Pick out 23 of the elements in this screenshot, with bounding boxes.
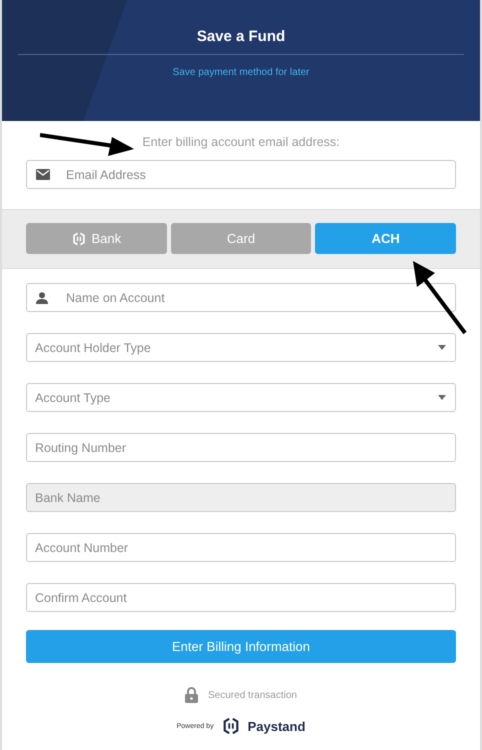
caret-icon [438, 345, 446, 350]
logo-icon [222, 717, 240, 735]
submit-button[interactable]: Enter Billing Information [26, 630, 456, 663]
brand-name: Paystand [248, 718, 306, 734]
input-field[interactable]: Confirm Account [26, 583, 456, 612]
select-field[interactable]: Account Type [26, 383, 456, 412]
lock-icon [185, 687, 198, 703]
logo-icon [72, 232, 86, 246]
page-title: Save a Fund [196, 28, 286, 45]
payment-tab[interactable]: Card [170, 223, 312, 254]
payment-tab[interactable]: Bank [26, 223, 167, 254]
input-field[interactable]: Routing Number [26, 433, 456, 462]
caret-icon [438, 395, 446, 400]
email-field[interactable]: Email Address [26, 160, 456, 189]
secured-text: Secured transaction [208, 690, 297, 700]
page-subtitle: Save payment method for later [172, 67, 310, 78]
input-field[interactable]: Name on Account [26, 283, 456, 312]
email-label: Enter billing account email address: [142, 135, 340, 149]
mail-icon [36, 169, 50, 180]
select-field[interactable]: Account Holder Type [26, 333, 456, 362]
input-field[interactable]: Account Number [26, 533, 456, 562]
payment-tab[interactable]: ACH [315, 223, 456, 254]
person-icon [36, 292, 48, 304]
